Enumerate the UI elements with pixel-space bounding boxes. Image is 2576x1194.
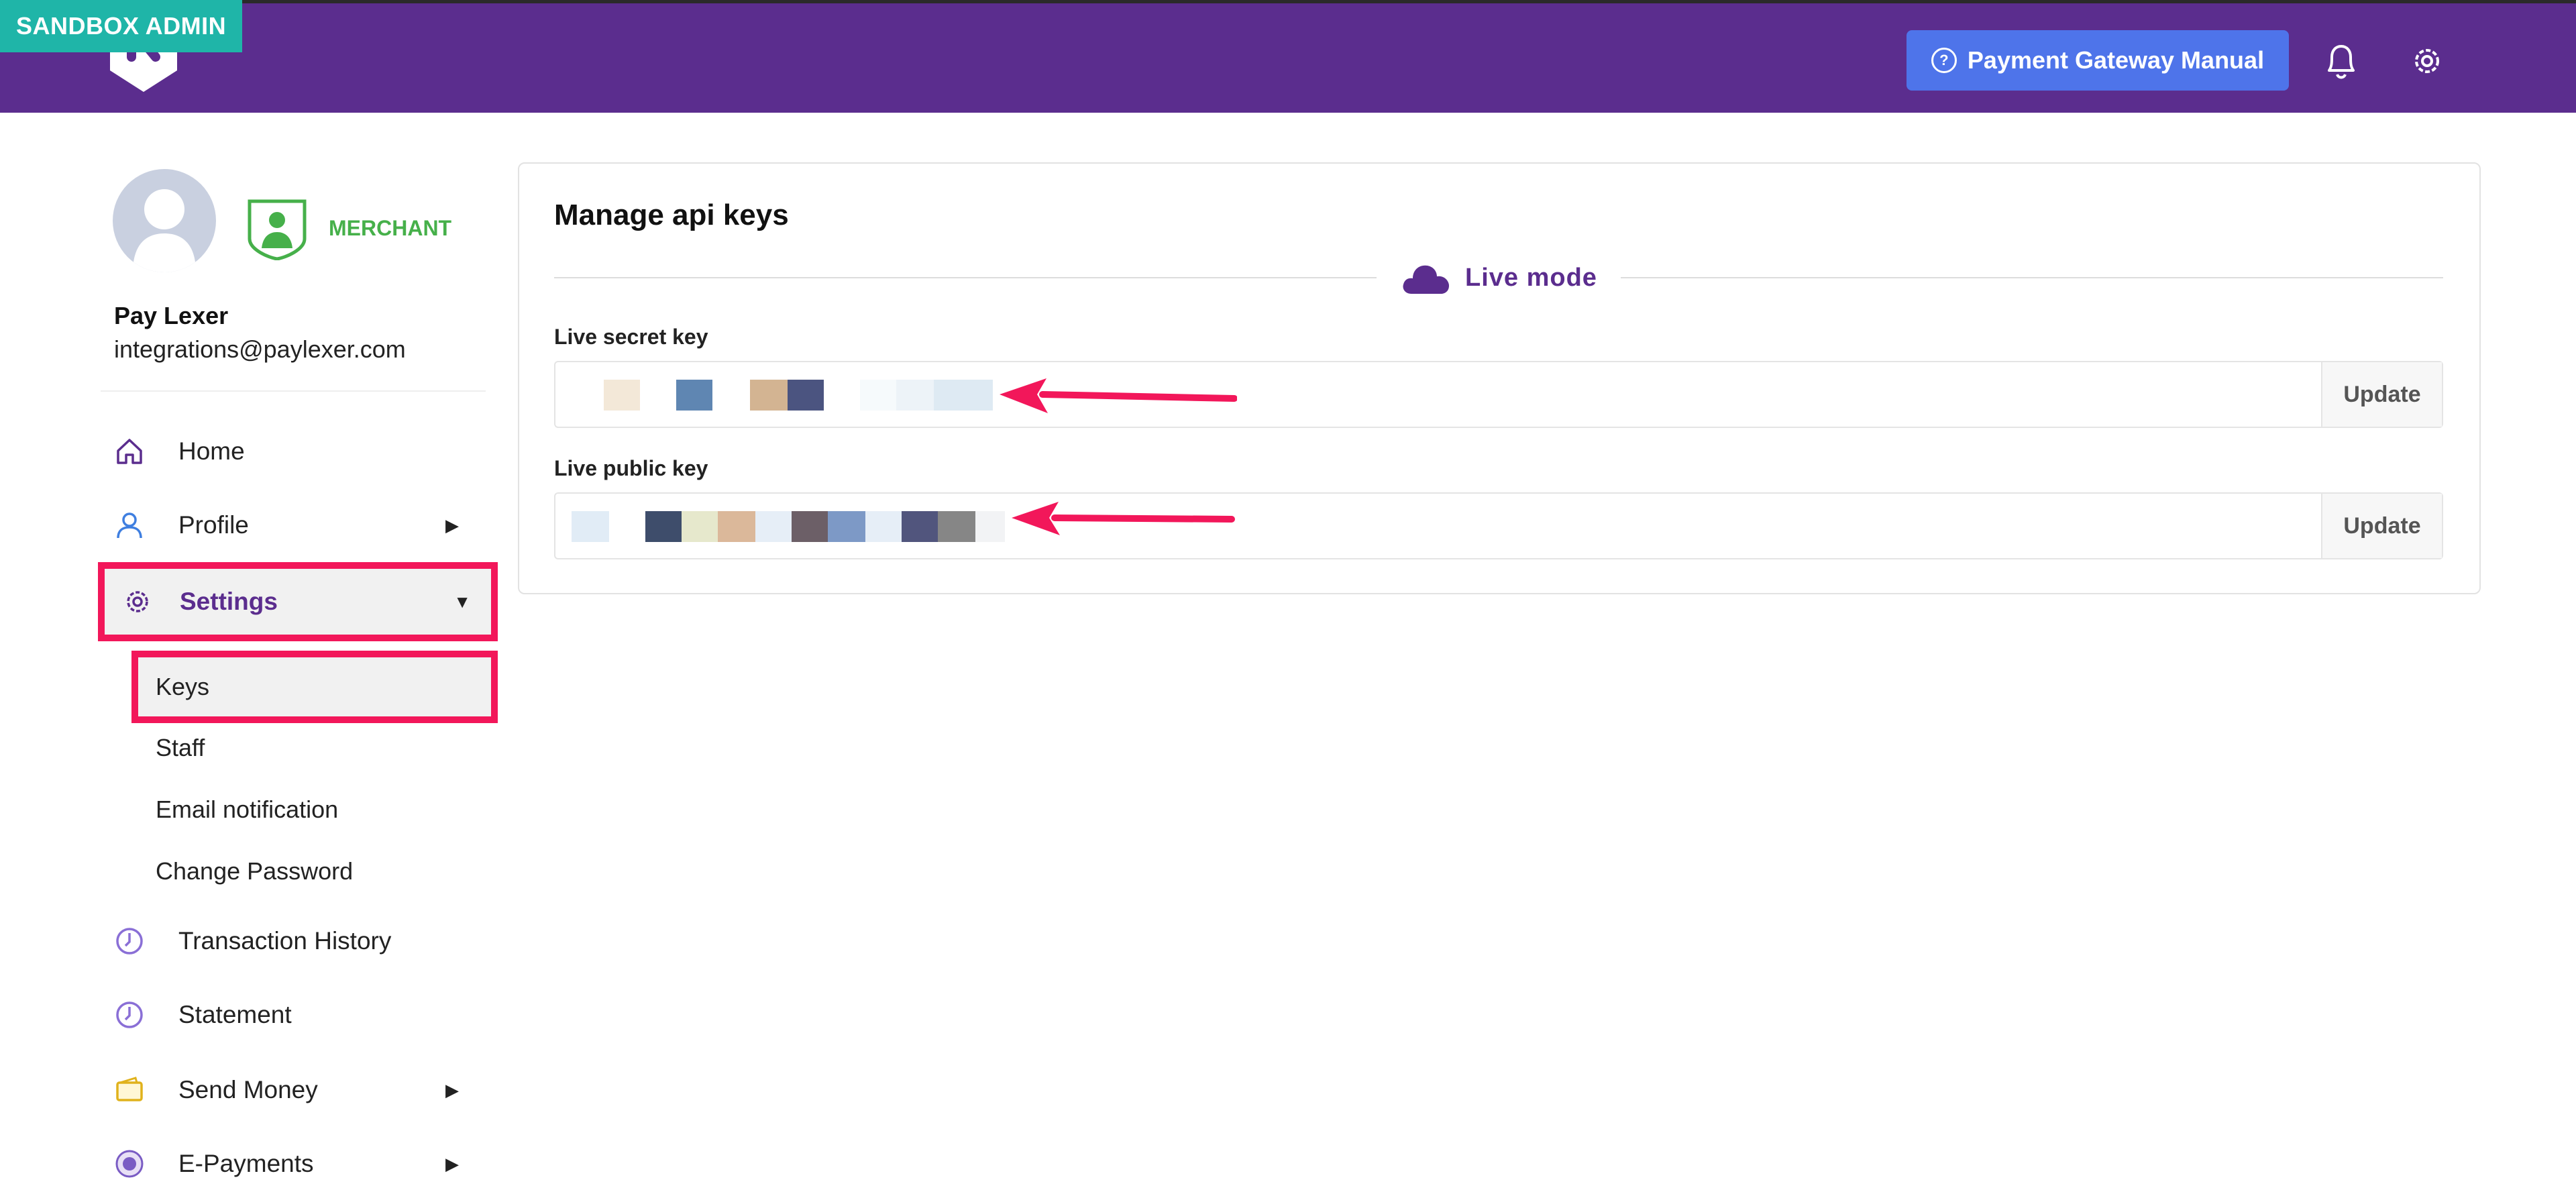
gear-icon[interactable]: [2410, 44, 2445, 78]
sidebar-item-e-payments[interactable]: E-Payments ▶: [101, 1134, 486, 1194]
page-title: Manage api keys: [554, 199, 789, 231]
sidebar-divider: [101, 390, 486, 392]
redacted-block: [750, 380, 788, 411]
payment-gateway-manual-button[interactable]: ? Payment Gateway Manual: [1907, 30, 2289, 91]
help-icon: ?: [1931, 48, 1957, 73]
redacted-block: [572, 511, 609, 542]
wallet-icon: [116, 1077, 143, 1101]
update-public-key-button[interactable]: Update: [2321, 494, 2442, 558]
sidebar-item-label: E-Payments: [178, 1150, 314, 1177]
redacted-block: [604, 380, 640, 411]
sidebar-item-label: Home: [178, 437, 245, 465]
sidebar-item-label: Profile: [178, 511, 249, 539]
secret-key-field[interactable]: Update: [554, 361, 2443, 428]
top-navigation-bar: ? Payment Gateway Manual: [0, 0, 2576, 113]
sidebar-item-home[interactable]: Home: [101, 421, 486, 482]
sidebar-item-profile[interactable]: Profile ▶: [101, 495, 486, 555]
redacted-block: [902, 511, 938, 542]
public-key-field[interactable]: Update: [554, 492, 2443, 559]
user-icon: [117, 512, 142, 539]
gear-icon: [127, 591, 148, 612]
sidebar-item-label: Statement: [178, 1001, 292, 1028]
mode-divider-left: [554, 277, 1377, 278]
redacted-block: [975, 511, 1005, 542]
sidebar-item-transaction-history[interactable]: Transaction History: [101, 911, 486, 971]
user-email: integrations@paylexer.com: [114, 335, 406, 363]
redacted-block: [788, 380, 824, 411]
avatar-silhouette-icon: [133, 189, 196, 272]
redacted-block: [718, 511, 755, 542]
sidebar-subitem-staff[interactable]: Staff: [156, 734, 205, 762]
sidebar-item-settings[interactable]: Settings ▼: [98, 562, 498, 641]
redacted-block: [828, 511, 865, 542]
mode-divider-right: [1621, 277, 2443, 278]
redacted-block: [645, 511, 682, 542]
sidebar-item-label: Settings: [180, 588, 278, 615]
sidebar-item-statement[interactable]: Statement: [101, 985, 486, 1045]
avatar: [113, 169, 216, 272]
redacted-block: [792, 511, 828, 542]
sidebar-item-label: Send Money: [178, 1076, 318, 1103]
merchant-icon: [248, 199, 307, 260]
redacted-block: [934, 380, 993, 411]
chevron-right-icon: ▶: [445, 1079, 459, 1100]
update-secret-key-button[interactable]: Update: [2321, 362, 2442, 427]
chevron-right-icon: ▶: [445, 1153, 459, 1174]
redacted-block: [682, 511, 718, 542]
clock-icon: [116, 928, 143, 955]
home-icon: [117, 439, 142, 464]
environment-badge: SANDBOX ADMIN: [0, 0, 243, 52]
sidebar-subitem-keys[interactable]: Keys: [131, 651, 498, 723]
role-label: MERCHANT: [329, 216, 452, 240]
redacted-block: [755, 511, 792, 542]
redacted-block: [938, 511, 975, 542]
mode-label: Live mode: [1465, 263, 1597, 292]
bell-icon[interactable]: [2322, 41, 2360, 81]
chevron-down-icon: ▼: [453, 591, 471, 612]
secret-key-label: Live secret key: [554, 325, 708, 349]
arrow-annotation-icon: [1012, 502, 1235, 535]
epay-icon: [115, 1150, 144, 1178]
sidebar-item-label: Transaction History: [178, 927, 392, 955]
arrow-annotation-icon: [1000, 378, 1237, 413]
mode-indicator: Live mode: [1402, 256, 1597, 299]
sidebar-subitem-change-password[interactable]: Change Password: [156, 857, 353, 885]
redacted-block: [896, 380, 934, 411]
user-name: Pay Lexer: [114, 302, 229, 329]
redacted-block: [676, 380, 712, 411]
sidebar-item-send-money[interactable]: Send Money ▶: [101, 1060, 486, 1120]
sidebar-subitem-label: Keys: [156, 673, 210, 700]
manual-button-label: Payment Gateway Manual: [1967, 46, 2265, 74]
redacted-block: [865, 511, 902, 542]
chevron-right-icon: ▶: [445, 514, 459, 535]
redacted-block: [860, 380, 896, 411]
cloud-icon: [1403, 265, 1449, 294]
clock-icon: [116, 1001, 143, 1028]
sidebar-subitem-email-notification[interactable]: Email notification: [156, 796, 338, 824]
public-key-label: Live public key: [554, 456, 708, 480]
